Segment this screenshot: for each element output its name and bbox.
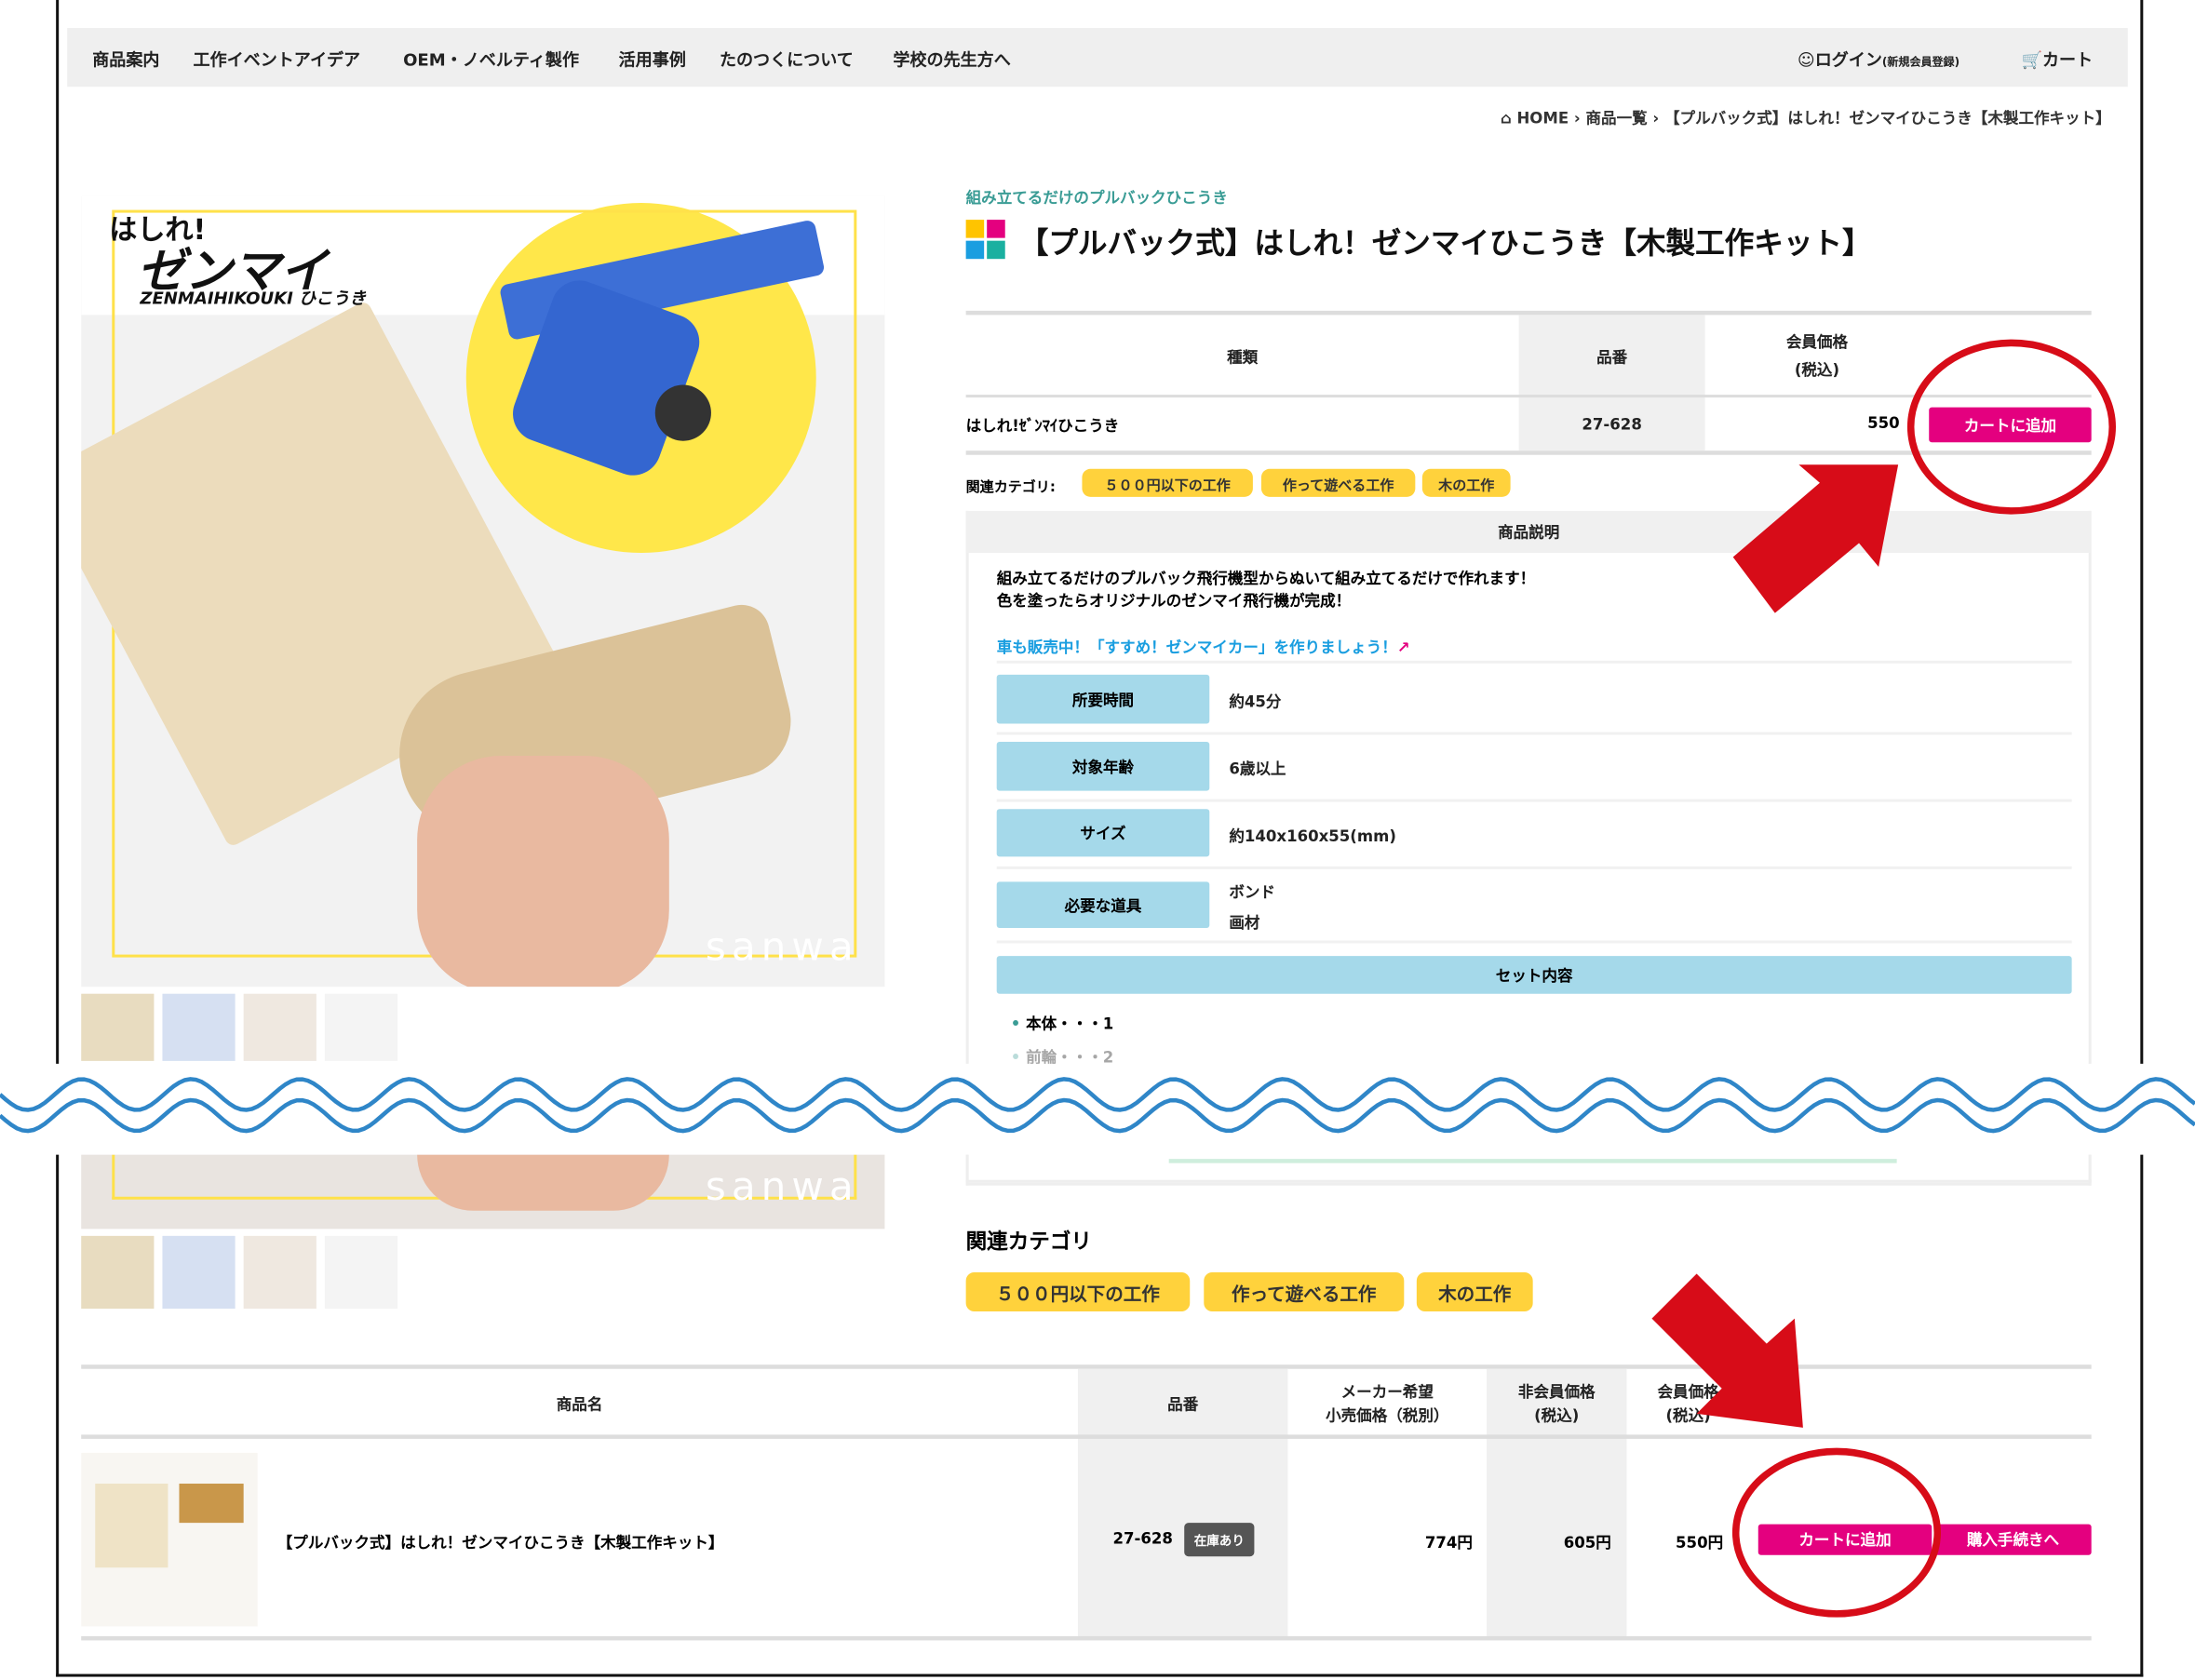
red-annotations [1651, 339, 2116, 1618]
highlight-circle-top [1906, 339, 2116, 515]
arrow-bottom-icon [1651, 1273, 1803, 1428]
highlight-circle-bottom [1731, 1447, 1942, 1618]
arrow-top-icon [1732, 464, 1899, 613]
